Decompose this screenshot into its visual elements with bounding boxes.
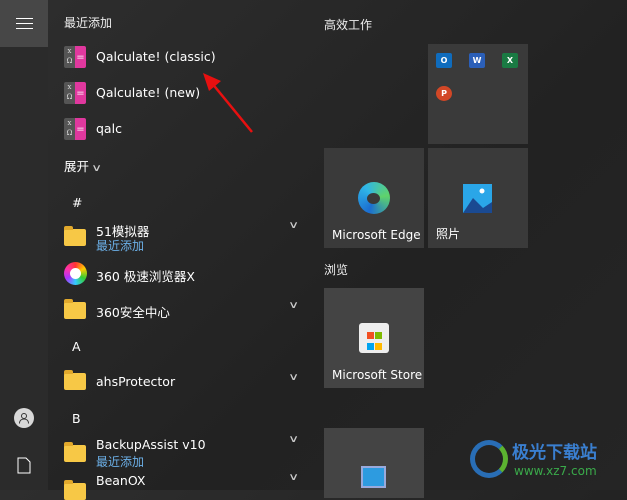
app-label[interactable]: Qalculate! (classic) (96, 49, 216, 64)
user-button[interactable] (14, 408, 34, 428)
control-panel-icon (361, 466, 386, 488)
app-label[interactable]: 360安全中心 (96, 302, 170, 321)
documents-button[interactable] (17, 457, 31, 478)
user-icon (19, 413, 29, 424)
chevron-down-icon[interactable]: ∨ (288, 372, 299, 383)
menu-button[interactable] (0, 0, 48, 47)
tile-group-title: 高效工作 (324, 18, 373, 32)
expand-button[interactable]: 展开 ∨ (64, 156, 103, 175)
app-label[interactable]: qalc (96, 121, 122, 136)
folder-icon (64, 370, 86, 390)
recent-app[interactable]: x Ω = (64, 46, 86, 68)
recent-badge: 最近添加 (96, 239, 145, 253)
store-icon (359, 323, 389, 353)
watermark: 极光下载站 www.xz7.com (470, 436, 620, 486)
qalculate-icon: x Ω = (64, 46, 86, 68)
chevron-down-icon: ∨ (91, 163, 103, 174)
photos-icon (463, 184, 492, 213)
app-label[interactable]: BeanOX (96, 473, 145, 488)
recent-app[interactable]: x Ω = (64, 82, 86, 104)
qalculate-icon: x Ω = (64, 118, 86, 140)
office-folder-tile[interactable]: O W X P (428, 44, 528, 144)
recent-app[interactable]: x Ω = (64, 118, 86, 140)
edge-icon (358, 182, 390, 214)
folder-icon (64, 226, 86, 246)
recent-badge: 最近添加 (96, 455, 145, 469)
store-tile[interactable]: Microsoft Store (324, 288, 424, 388)
chevron-down-icon[interactable]: ∨ (288, 472, 299, 483)
word-icon: W (469, 53, 485, 68)
app-tile[interactable] (324, 428, 424, 498)
qalculate-icon: x Ω = (64, 82, 86, 104)
chevron-down-icon[interactable]: ∨ (288, 300, 299, 311)
folder-icon (64, 480, 86, 500)
left-rail (0, 0, 48, 490)
document-icon (17, 457, 31, 474)
annotation-arrow (203, 73, 253, 133)
expand-label: 展开 (64, 159, 90, 174)
tile-label: Microsoft Store (332, 368, 423, 382)
app-label[interactable]: 360 极速浏览器X (96, 266, 195, 285)
360-browser-icon (64, 262, 87, 285)
app-label[interactable]: Qalculate! (new) (96, 85, 200, 100)
chevron-down-icon[interactable]: ∨ (288, 220, 299, 231)
app-label[interactable]: BackupAssist v10 (96, 437, 206, 452)
tile-label: 照片 (436, 227, 461, 241)
tile-group-title: 浏览 (324, 263, 349, 277)
excel-icon: X (502, 53, 518, 68)
edge-tile[interactable]: Microsoft Edge (324, 148, 424, 248)
app-label[interactable]: ahsProtector (96, 374, 175, 389)
chevron-down-icon[interactable]: ∨ (288, 434, 299, 445)
outlook-icon: O (436, 53, 452, 68)
powerpoint-icon: P (436, 86, 452, 101)
letter-header[interactable]: B (72, 411, 81, 426)
folder-icon (64, 442, 86, 462)
letter-header[interactable]: A (72, 339, 81, 354)
tile-label: Microsoft Edge (332, 228, 421, 242)
letter-header[interactable]: # (72, 195, 82, 210)
photos-tile[interactable]: 照片 (428, 148, 528, 248)
folder-icon (64, 299, 86, 319)
recent-header: 最近添加 (64, 16, 113, 30)
menu-icon (15, 23, 33, 24)
